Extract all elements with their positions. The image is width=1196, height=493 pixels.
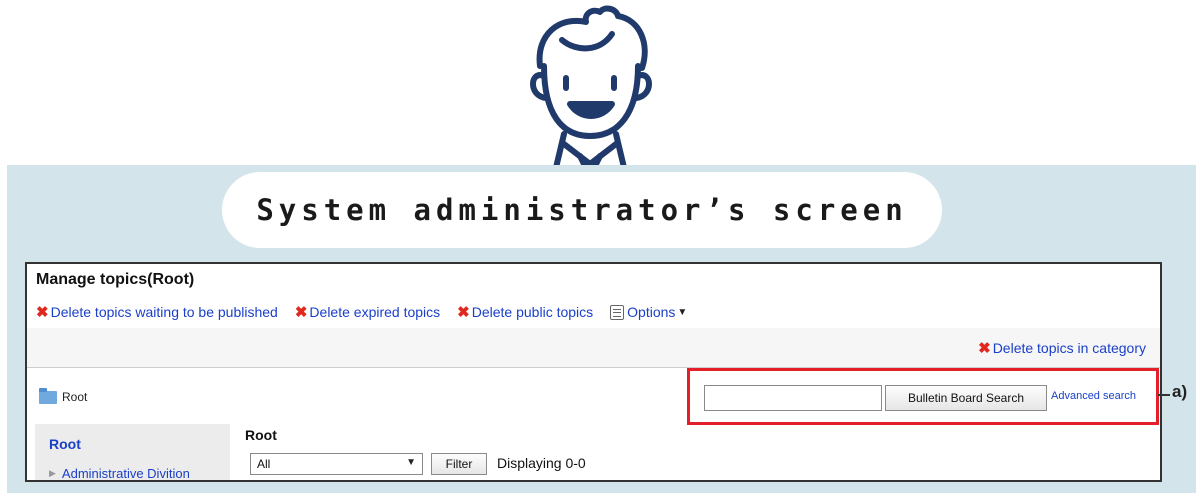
sidebar-item-root[interactable]: Root — [49, 436, 81, 452]
delete-waiting-topics-link[interactable]: ✖ Delete topics waiting to be published — [36, 304, 278, 320]
page-title: Manage topics(Root) — [36, 271, 195, 288]
callout-line — [1158, 394, 1170, 396]
delete-category-label: Delete topics in category — [992, 340, 1146, 356]
delete-public-label: Delete public topics — [471, 304, 594, 320]
manage-topics-screen: Manage topics(Root) ✖ Delete topics wait… — [25, 262, 1162, 482]
banner-title: System administrator’s screen — [256, 193, 908, 227]
options-label: Options — [627, 304, 676, 320]
bulletin-board-search-button[interactable]: Bulletin Board Search — [885, 385, 1047, 411]
delete-x-icon: ✖ — [294, 303, 308, 321]
delete-waiting-label: Delete topics waiting to be published — [50, 304, 278, 320]
search-input[interactable] — [704, 385, 882, 411]
category-sidebar: Root ▶ Administrative Divition — [35, 424, 230, 481]
callout-label: a) — [1172, 382, 1188, 401]
options-menu[interactable]: Options ▼ — [610, 304, 687, 320]
delete-expired-label: Delete expired topics — [309, 304, 441, 320]
delete-x-icon: ✖ — [36, 303, 49, 321]
folder-icon — [39, 387, 57, 404]
main-heading: Root — [245, 427, 277, 443]
sidebar-item-administrative-divition[interactable]: ▶ Administrative Divition — [49, 466, 190, 481]
options-list-icon — [610, 304, 625, 320]
delete-expired-topics-link[interactable]: ✖ Delete expired topics — [295, 304, 440, 320]
filter-select[interactable]: All ▼ — [250, 453, 423, 475]
delete-public-topics-link[interactable]: ✖ Delete public topics — [457, 304, 593, 320]
toolbar: ✖ Delete topics waiting to be published … — [36, 304, 704, 320]
search-highlight-box: Bulletin Board Search Advanced search — [687, 368, 1159, 425]
caret-down-icon: ▼ — [406, 457, 416, 468]
filter-select-value: All — [257, 457, 271, 471]
filter-button[interactable]: Filter — [431, 453, 487, 475]
screen-label-banner: System administrator’s screen — [222, 172, 942, 248]
displaying-count: Displaying 0-0 — [497, 455, 586, 471]
breadcrumb-root: Root — [62, 390, 88, 404]
delete-topics-in-category-link[interactable]: ✖ Delete topics in category — [978, 340, 1146, 356]
breadcrumb: Root — [39, 387, 88, 404]
admin-avatar-icon — [530, 5, 652, 176]
tree-expand-icon[interactable]: ▶ — [49, 468, 56, 479]
delete-x-icon: ✖ — [457, 303, 470, 321]
caret-down-icon: ▼ — [677, 306, 688, 318]
sidebar-item-label: Administrative Divition — [61, 466, 190, 481]
advanced-search-link[interactable]: Advanced search — [1051, 390, 1136, 402]
delete-x-icon: ✖ — [978, 339, 991, 357]
